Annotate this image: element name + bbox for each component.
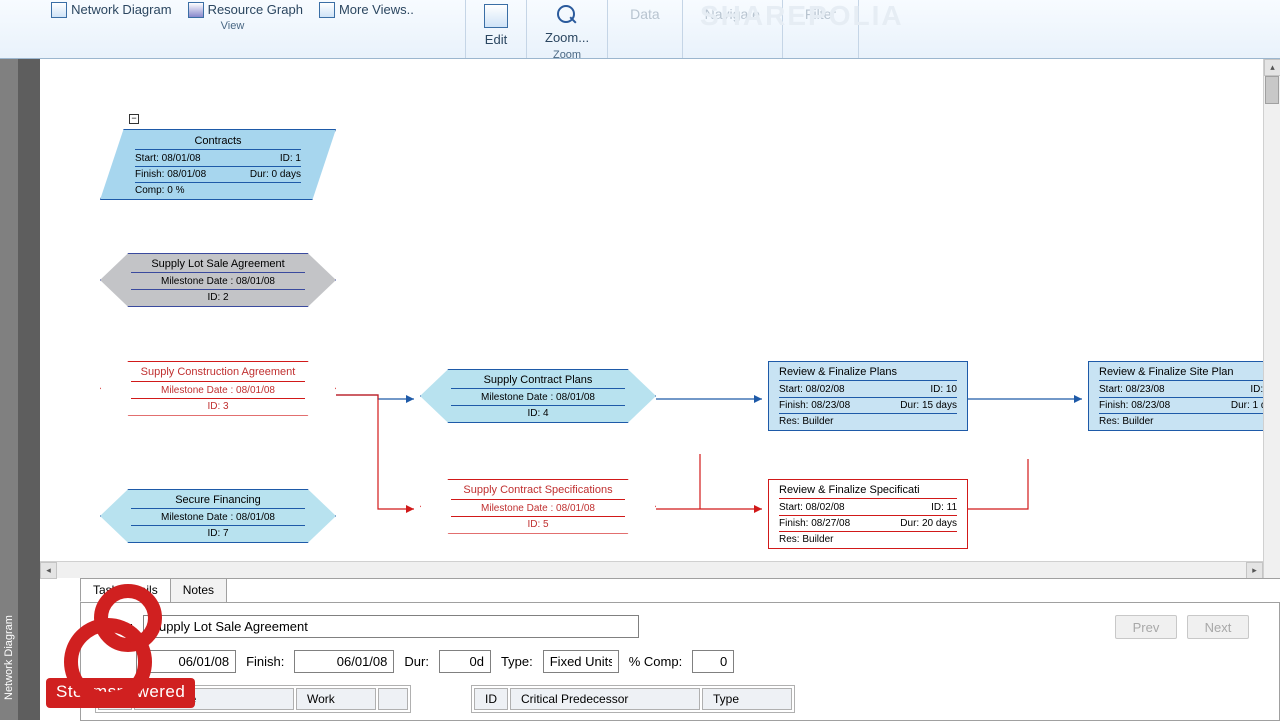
grids: IDResourceWork IDCritical PredecessorTyp…: [95, 685, 1265, 713]
node-rfplans[interactable]: Review & Finalize Plans Start: 08/02/08I…: [768, 361, 968, 431]
node-sla[interactable]: Supply Lot Sale Agreement Milestone Date…: [100, 253, 336, 307]
magnifier-icon: [556, 4, 578, 26]
label: More Views..: [339, 2, 414, 17]
node-scp[interactable]: Supply Contract Plans Milestone Date : 0…: [420, 369, 656, 423]
finish-input[interactable]: [294, 650, 394, 673]
gear-icon: [46, 580, 156, 690]
canvas-wrap: − Contracts Start: 08/01/08ID: 1 Finish:…: [40, 59, 1280, 720]
node-sca[interactable]: Supply Construction Agreement Milestone …: [100, 361, 336, 416]
data-group: Data: [608, 0, 683, 58]
resource-graph-button[interactable]: Resource Graph: [180, 2, 311, 18]
more-views-button[interactable]: More Views..: [311, 2, 422, 18]
node-scspec[interactable]: Supply Contract Specifications Milestone…: [420, 479, 656, 534]
node-finance[interactable]: Secure Financing Milestone Date : 08/01/…: [100, 489, 336, 543]
side-tab[interactable]: Network Diagram: [0, 59, 18, 720]
node-title: Review & Finalize Plans: [779, 366, 957, 381]
type-input[interactable]: [543, 650, 619, 673]
edit-button[interactable]: Edit: [470, 2, 522, 49]
edit-icon: [484, 4, 508, 28]
edit-group: Edit: [466, 0, 527, 58]
chart-icon: [188, 2, 204, 18]
horizontal-scrollbar[interactable]: ◂ ▸: [40, 561, 1263, 578]
group-label: View: [221, 20, 245, 32]
node-title: Contracts: [135, 135, 301, 150]
label-type: Type:: [501, 654, 533, 669]
node-title: Secure Financing: [131, 494, 305, 509]
tabs: Task Details Notes: [80, 578, 1280, 602]
view-group: Network Diagram Resource Graph More View…: [0, 0, 466, 58]
predecessor-grid[interactable]: IDCritical PredecessorType: [471, 685, 795, 713]
name-input[interactable]: [143, 615, 639, 638]
node-title: Review & Finalize Site Plan: [1099, 366, 1277, 381]
task-form: Prev Next Name: Start: Finish: Dur: Type…: [80, 602, 1280, 721]
prev-button[interactable]: Prev: [1115, 615, 1177, 639]
scroll-up-button[interactable]: ▴: [1264, 59, 1280, 76]
node-title: Supply Contract Specifications: [451, 484, 625, 500]
zoom-button[interactable]: Zoom...: [531, 2, 603, 47]
scroll-right-button[interactable]: ▸: [1246, 562, 1263, 579]
zoom-group: Zoom... Zoom: [527, 0, 608, 58]
node-title: Review & Finalize Specificati: [779, 484, 957, 499]
node-title: Supply Contract Plans: [451, 374, 625, 389]
label: Resource Graph: [208, 2, 303, 17]
dur-input[interactable]: [439, 650, 491, 673]
data-button[interactable]: Data: [612, 2, 678, 26]
label: Edit: [485, 32, 507, 47]
label: Network Diagram: [71, 2, 171, 17]
node-rfsite[interactable]: Review & Finalize Site Plan Start: 08/23…: [1088, 361, 1280, 431]
next-button[interactable]: Next: [1187, 615, 1249, 639]
label-dur: Dur:: [404, 654, 429, 669]
network-diagram-button[interactable]: Network Diagram: [43, 2, 179, 18]
comp-input[interactable]: [692, 650, 734, 673]
label-finish: Finish:: [246, 654, 284, 669]
node-contracts[interactable]: Contracts Start: 08/01/08ID: 1 Finish: 0…: [100, 129, 336, 200]
watermark: SHAREPOLIA: [700, 0, 904, 32]
task-details-pane: Task Details Notes Prev Next Name: Start…: [80, 578, 1280, 720]
node-title: Supply Construction Agreement: [131, 366, 305, 382]
gutter: [18, 59, 40, 720]
scroll-thumb[interactable]: [1265, 76, 1279, 104]
node-title: Supply Lot Sale Agreement: [131, 258, 305, 273]
node-rfspec[interactable]: Review & Finalize Specificati Start: 08/…: [768, 479, 968, 549]
watermark-logo: Steamspowered: [46, 580, 195, 708]
scroll-left-button[interactable]: ◂: [40, 562, 57, 579]
label: Zoom...: [545, 30, 589, 45]
collapse-toggle[interactable]: −: [129, 114, 139, 124]
nav-buttons: Prev Next: [1115, 615, 1249, 639]
label-comp: % Comp:: [629, 654, 682, 669]
ribbon: Network Diagram Resource Graph More View…: [0, 0, 1280, 59]
views-icon: [319, 2, 335, 18]
diagram-icon: [51, 2, 67, 18]
